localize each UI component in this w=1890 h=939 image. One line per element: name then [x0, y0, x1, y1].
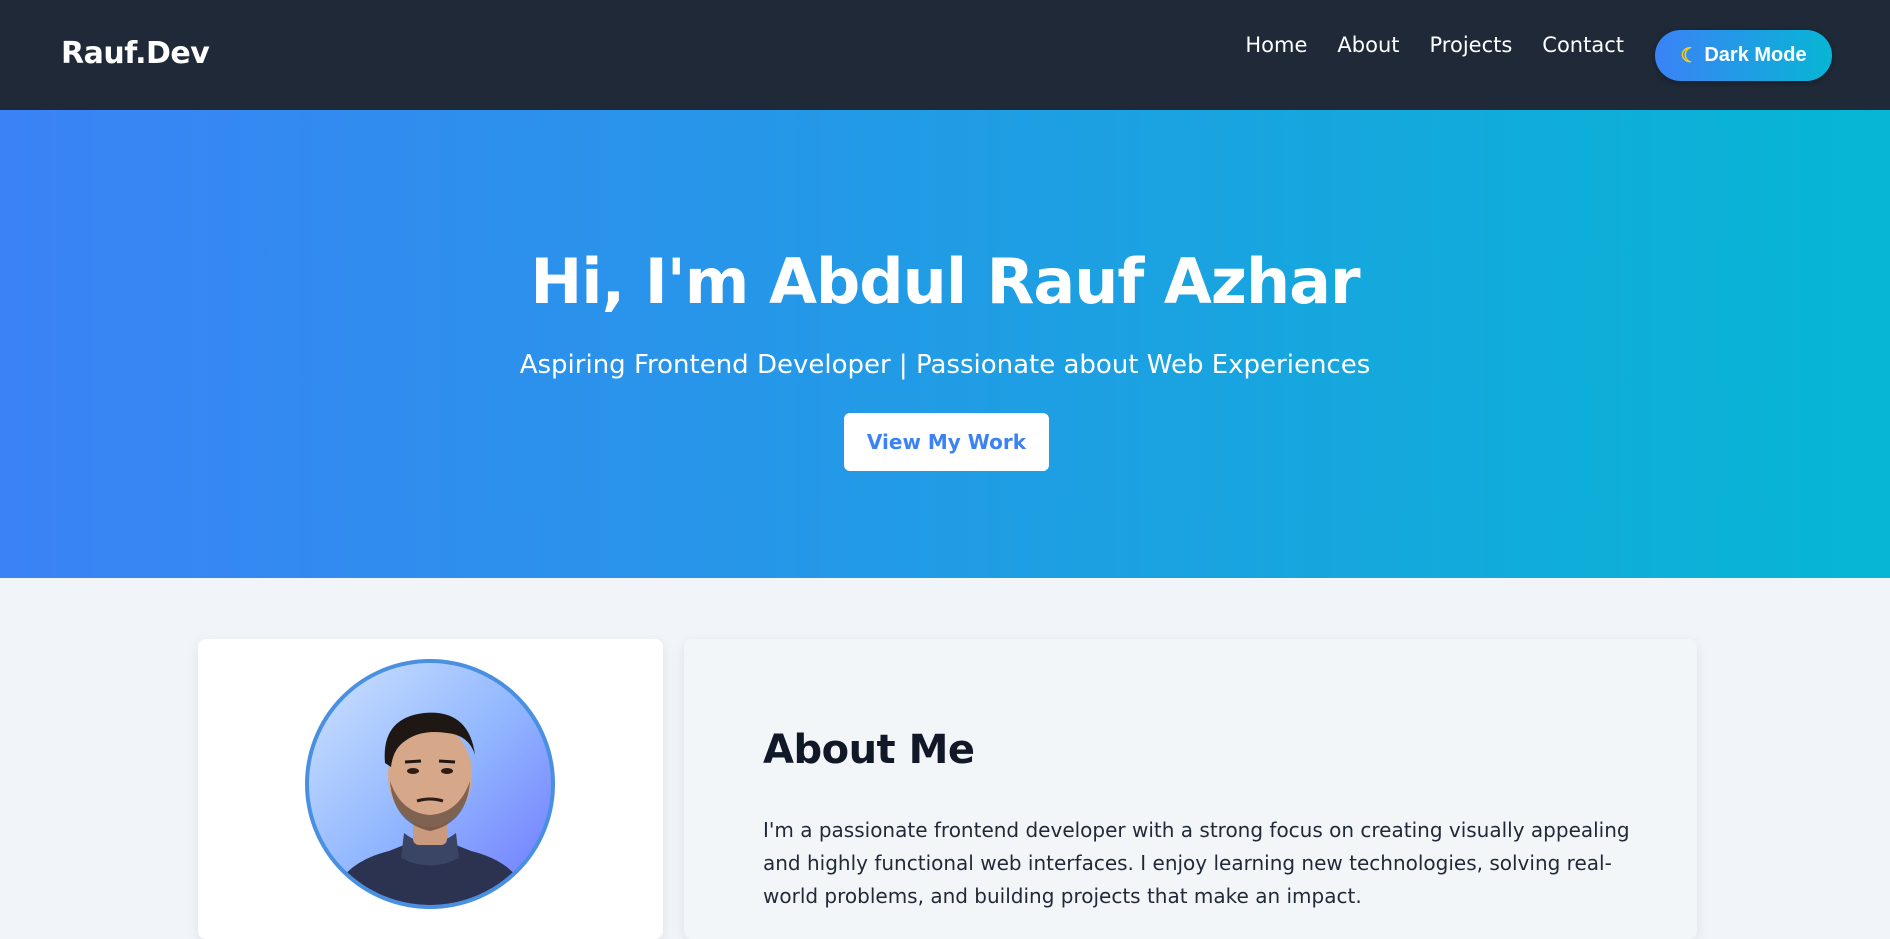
about-title: About Me [763, 727, 975, 773]
site-logo[interactable]: Rauf.Dev [61, 36, 210, 71]
hero-section: Hi, I'm Abdul Rauf Azhar Aspiring Fronte… [0, 110, 1890, 578]
nav-link-projects[interactable]: Projects [1430, 33, 1513, 57]
nav-links: Home About Projects Contact [1245, 33, 1624, 57]
moon-icon: ☾ [1680, 45, 1699, 67]
hero-title: Hi, I'm Abdul Rauf Azhar [530, 245, 1360, 318]
nav-link-about[interactable]: About [1337, 33, 1399, 57]
navbar: Rauf.Dev Home About Projects Contact ☾ D… [0, 0, 1890, 110]
dark-mode-label: Dark Mode [1704, 44, 1807, 66]
view-my-work-button[interactable]: View My Work [844, 413, 1049, 471]
avatar-portrait [329, 712, 531, 905]
about-card: About Me I'm a passionate frontend devel… [684, 639, 1697, 939]
avatar [305, 659, 555, 909]
nav-link-contact[interactable]: Contact [1542, 33, 1624, 57]
hero-subtitle: Aspiring Frontend Developer | Passionate… [519, 350, 1371, 380]
profile-card [198, 639, 663, 939]
nav-link-home[interactable]: Home [1245, 33, 1307, 57]
dark-mode-toggle-button[interactable]: ☾ Dark Mode [1655, 30, 1832, 81]
about-text: I'm a passionate frontend developer with… [763, 818, 1630, 908]
